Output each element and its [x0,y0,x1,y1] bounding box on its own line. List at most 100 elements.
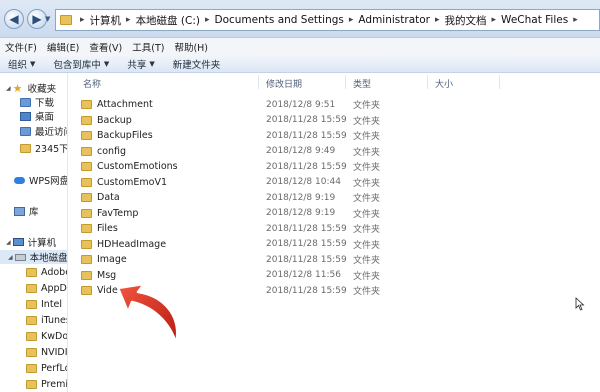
mouse-cursor-icon [575,297,585,311]
file-row[interactable]: Files 2018/11/28 15:59 文件夹 [69,221,600,236]
sidebar-item-downloads[interactable]: 下载 [20,95,54,109]
folder-icon [81,270,92,280]
folder-icon [81,286,92,295]
column-divider[interactable] [499,75,500,89]
folder-icon [81,162,92,171]
folder-icon [26,267,37,277]
organize-button[interactable]: 组织 ▼ [8,57,35,71]
recent-places-icon [20,126,31,136]
sidebar-item-recent[interactable]: 最近访问 [20,124,67,138]
folder-icon [81,255,92,264]
breadcrumb-administrator[interactable]: Administrator [358,14,430,26]
column-divider[interactable] [258,75,259,89]
sidebar-subfolder[interactable]: Intel [26,297,62,311]
sidebar-item-favorites[interactable]: ◢ ★ 收藏夹 [6,81,56,96]
column-divider[interactable] [345,75,346,89]
sidebar-subfolder[interactable]: Adobe [26,265,67,279]
sidebar-item-2345-download[interactable]: 2345下载 [20,141,67,155]
star-icon: ★ [12,81,23,95]
breadcrumb-documents-settings[interactable]: Documents and Settings [215,14,344,26]
sidebar-item-wps-drive[interactable]: WPS网盘 [14,173,67,187]
sidebar-item-local-disk[interactable]: ◢ 本地磁盘 [0,250,67,264]
folder-icon [81,115,92,125]
column-header-type[interactable]: 类型 [353,77,371,90]
folder-icon [81,100,92,109]
folder-icon [26,315,37,325]
menu-file[interactable]: 文件(F) [0,40,42,54]
file-row[interactable]: HDHeadImage 2018/11/28 15:59 文件夹 [69,237,600,252]
file-row[interactable]: Attachment 2018/12/8 9:51 文件夹 [69,97,600,112]
computer-icon [12,238,24,246]
folder-icon [81,131,92,140]
sidebar-subfolder[interactable]: Premie [26,377,67,391]
folder-icon [81,239,92,249]
address-bar-row: ◀ ▶ ▼ ▸ 计算机 ▸ 本地磁盘 (C:) ▸ Documents and Se… [0,0,600,38]
folder-icon [26,283,37,293]
folder-icon [26,347,37,357]
breadcrumb-local-disk[interactable]: 本地磁盘 (C:) [136,13,200,28]
file-row[interactable]: CustomEmoV1 2018/12/8 10:44 文件夹 [69,175,600,190]
new-folder-button[interactable]: 新建文件夹 [173,57,221,71]
include-library-button[interactable]: 包含到库中 ▼ [53,57,109,71]
sidebar-item-desktop[interactable]: 桌面 [20,109,54,123]
menu-view[interactable]: 查看(V) [84,40,127,54]
file-row[interactable]: config 2018/12/8 9:49 文件夹 [69,144,600,159]
breadcrumb-chevron-icon[interactable]: ▸ [205,15,210,25]
desktop-icon [20,111,31,121]
sidebar-subfolder[interactable]: AppData [26,281,67,295]
back-button[interactable]: ◀ [4,9,24,29]
breadcrumb-chevron-icon[interactable]: ▸ [573,15,578,25]
expand-icon[interactable]: ◢ [8,254,13,261]
file-row[interactable]: CustomEmotions 2018/11/28 15:59 文件夹 [69,159,600,174]
breadcrumb-chevron-icon[interactable]: ▸ [492,15,497,25]
file-row[interactable]: Backup 2018/11/28 15:59 文件夹 [69,113,600,128]
folder-icon [81,177,92,187]
folder-icon [26,331,37,341]
breadcrumb-computer[interactable]: 计算机 [90,13,122,28]
menu-edit[interactable]: 编辑(E) [42,40,84,54]
drive-icon [14,253,26,261]
folder-icon [26,299,37,309]
breadcrumb-chevron-icon[interactable]: ▸ [349,15,354,25]
column-header-size[interactable]: 大小 [435,77,453,90]
sidebar-subfolder[interactable]: NVIDIA [26,345,67,359]
column-header-modified[interactable]: 修改日期 [266,77,302,90]
chevron-down-icon: ▼ [103,60,110,68]
file-row[interactable]: Data 2018/12/8 9:19 文件夹 [69,190,600,205]
folder-icon [81,146,92,156]
breadcrumb-my-documents[interactable]: 我的文档 [445,13,487,28]
sidebar-item-libraries[interactable]: 库 [14,204,39,218]
column-header-name[interactable]: 名称 [83,77,101,90]
sidebar-subfolder[interactable]: PerfLo [26,361,67,375]
cloud-icon [14,176,25,184]
column-divider[interactable] [427,75,428,89]
breadcrumb-chevron-icon[interactable]: ▸ [435,15,440,25]
annotation-arrow-icon [116,282,179,346]
sidebar-subfolder[interactable]: iTunes [26,313,67,327]
sidebar-subfolder[interactable]: KwDow [26,329,67,343]
menu-tools[interactable]: 工具(T) [127,40,169,54]
folder-icon [81,224,92,233]
breadcrumb-chevron-icon: ▸ [80,15,85,25]
share-button[interactable]: 共享 ▼ [127,57,154,71]
folder-icon [26,363,37,373]
column-header-row: 名称 修改日期 类型 大小 [69,73,600,91]
folder-icon [81,193,92,202]
chevron-down-icon: ▼ [30,60,36,68]
file-row[interactable]: BackupFiles 2018/11/28 15:59 文件夹 [69,128,600,143]
address-field[interactable]: ▸ 计算机 ▸ 本地磁盘 (C:) ▸ Documents and Settings… [55,9,600,31]
file-row[interactable]: FavTemp 2018/12/8 9:19 文件夹 [69,206,600,221]
folder-icon [81,208,92,218]
expand-icon[interactable]: ◢ [6,85,11,92]
downloads-folder-icon [20,97,31,107]
breadcrumb-wechat-files[interactable]: WeChat Files [501,14,568,26]
menu-help[interactable]: 帮助(H) [169,40,213,54]
expand-icon[interactable]: ◢ [6,239,11,246]
file-row[interactable]: Msg 2018/12/8 11:56 文件夹 [69,268,600,283]
file-row[interactable]: Image 2018/11/28 15:59 文件夹 [69,252,600,267]
breadcrumb-chevron-icon[interactable]: ▸ [126,15,131,25]
navigation-pane: ◢ ★ 收藏夹 下载 桌面 最近访问 2345下载 WPS网盘 库 ◢ 计算机 … [0,73,68,392]
forward-button[interactable]: ▶ [27,9,47,29]
history-dropdown-icon[interactable]: ▼ [45,15,53,23]
sidebar-item-computer[interactable]: ◢ 计算机 [6,235,56,249]
